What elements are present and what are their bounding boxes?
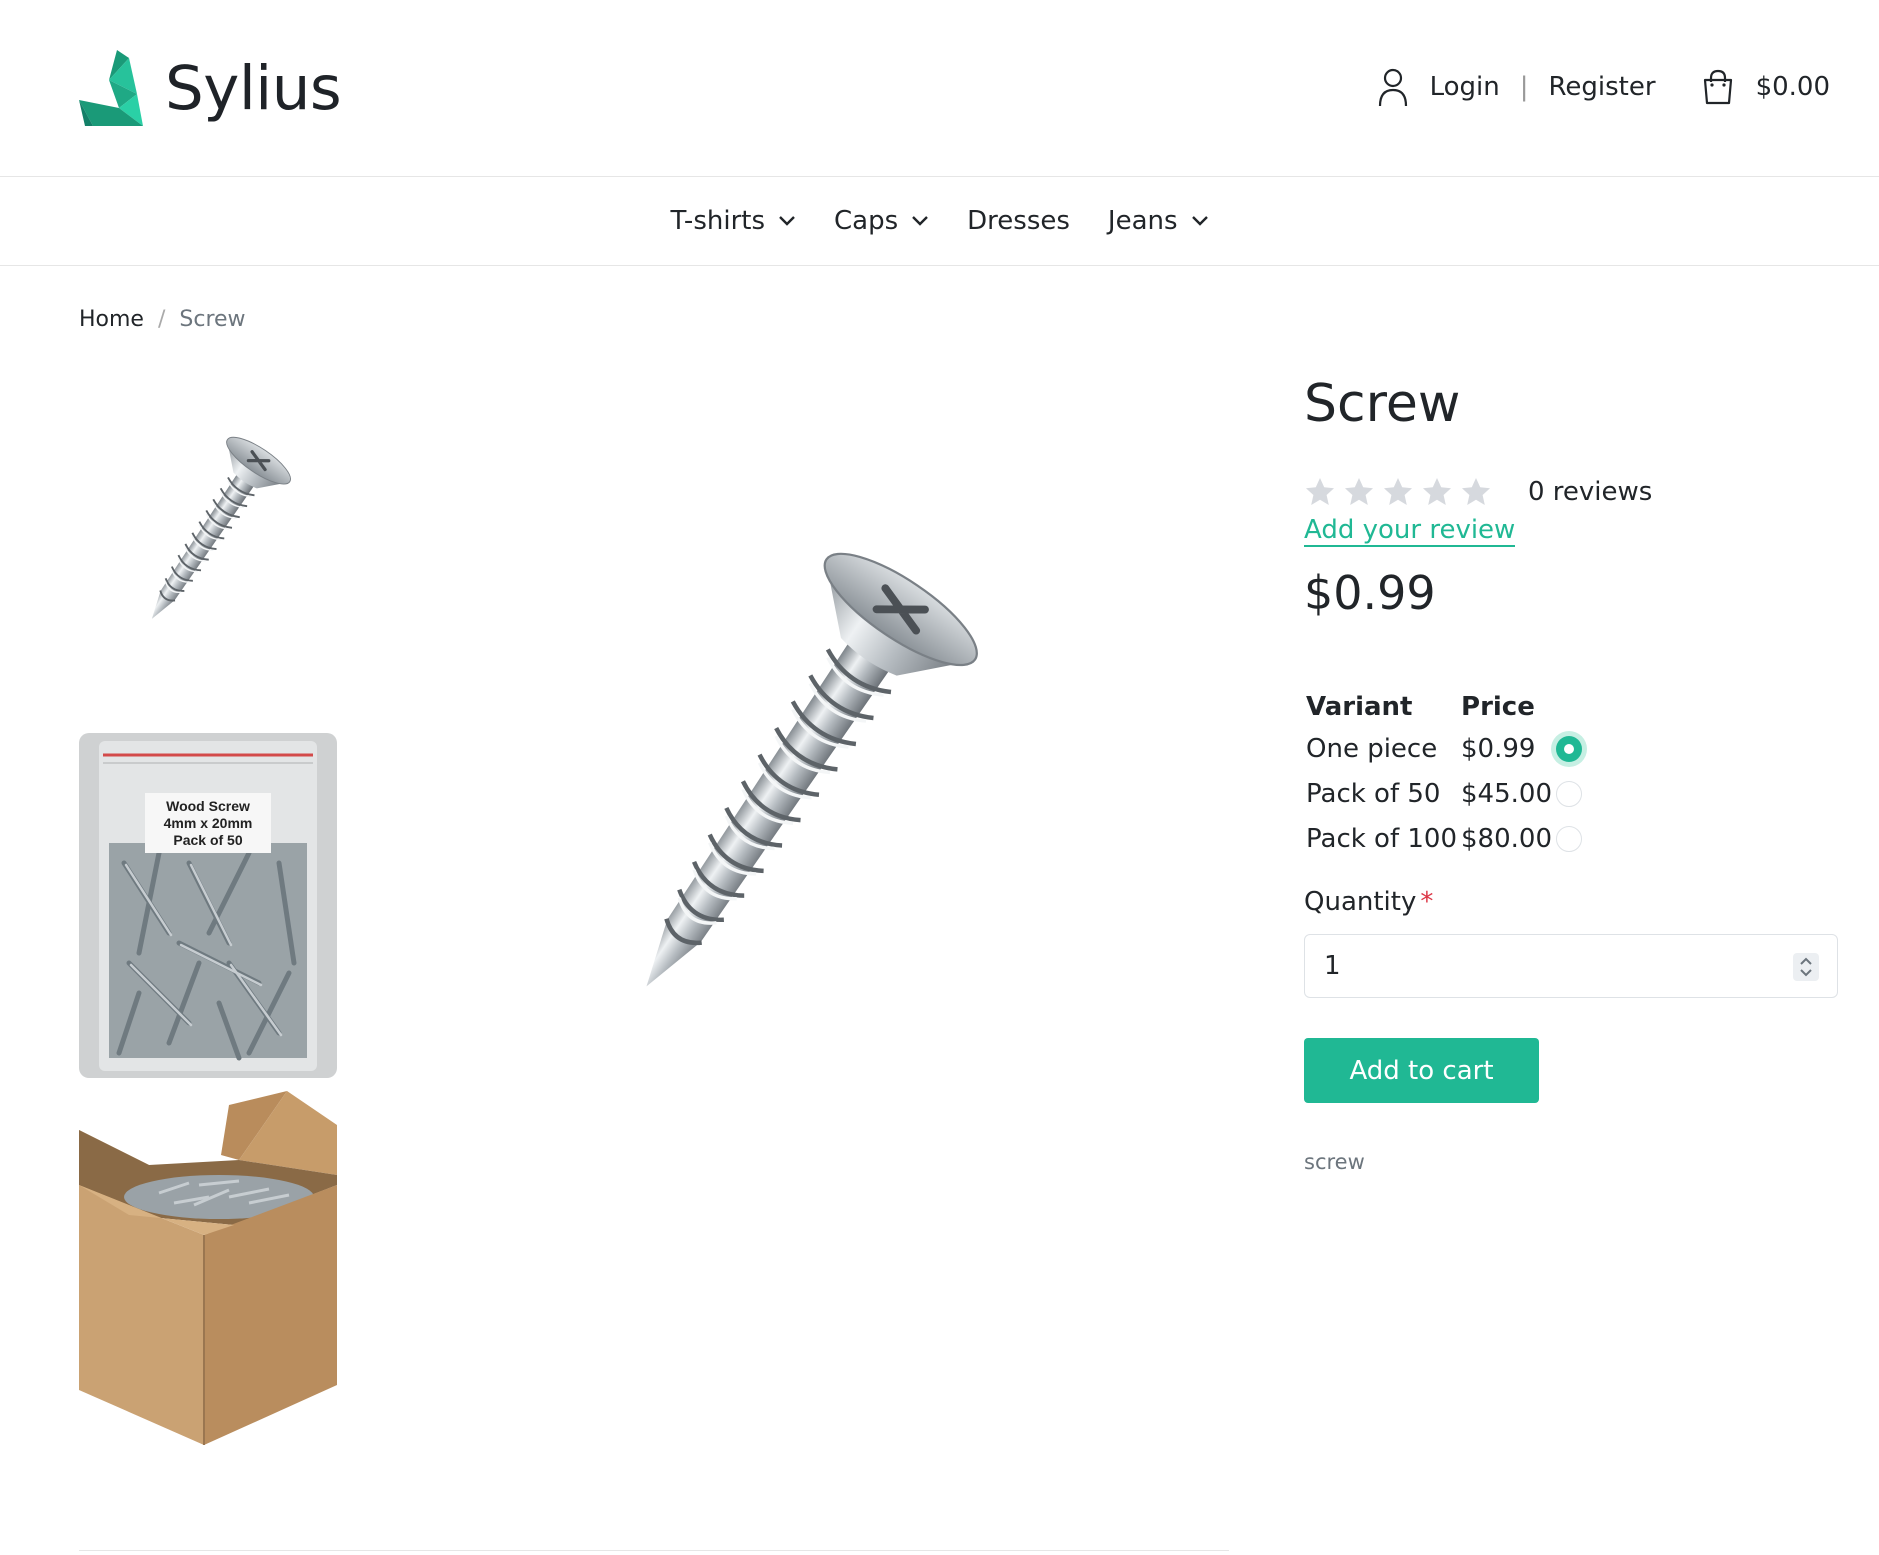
- nav-item-jeans[interactable]: Jeans: [1108, 206, 1209, 236]
- rating-stars: [1304, 476, 1499, 508]
- variant-column-header: Variant: [1306, 692, 1413, 722]
- nav-item-label: Caps: [834, 206, 899, 236]
- cart-total: $0.00: [1755, 72, 1830, 102]
- cart-button[interactable]: $0.00: [1702, 68, 1830, 106]
- header-actions: Login | Register $0.00: [1378, 68, 1830, 106]
- reviews-count: 0 reviews: [1528, 477, 1653, 507]
- star-icon: [1306, 478, 1334, 505]
- breadcrumb-separator: /: [157, 307, 166, 332]
- quantity-input[interactable]: 1: [1304, 934, 1838, 998]
- required-mark: *: [1420, 887, 1434, 917]
- quantity-label-text: Quantity: [1304, 887, 1417, 917]
- screw-image: [119, 427, 299, 642]
- swan-logo-icon: [79, 50, 143, 126]
- gallery-thumbnail-single-screw[interactable]: [79, 385, 337, 730]
- star-icon: [1462, 478, 1490, 505]
- breadcrumb: Home / Screw: [79, 307, 246, 332]
- variant-name: Pack of 50: [1306, 778, 1441, 809]
- variant-row[interactable]: Pack of 50 $45.00: [1304, 771, 1584, 816]
- package-label: Wood Screw 4mm x 20mm Pack of 50: [145, 793, 271, 853]
- quantity-value: 1: [1324, 951, 1341, 981]
- variant-price: $45.00: [1461, 778, 1552, 809]
- variant-row[interactable]: One piece $0.99: [1304, 726, 1584, 771]
- gallery-thumbnail-pack-of-50[interactable]: Wood Screw 4mm x 20mm Pack of 50: [79, 733, 337, 1078]
- chevron-down-icon: [1191, 216, 1208, 226]
- shopping-bag-icon: [1703, 69, 1732, 105]
- login-link[interactable]: Login: [1430, 72, 1500, 102]
- price-column-header: Price: [1461, 692, 1535, 722]
- user-icon[interactable]: [1378, 68, 1408, 106]
- add-review-link[interactable]: Add your review: [1304, 515, 1516, 547]
- variant-radio-pack-of-100[interactable]: [1556, 826, 1582, 852]
- screw-bag-image: [79, 733, 337, 1078]
- screw-image: [505, 385, 1100, 1170]
- screw-box-image: [79, 1091, 337, 1445]
- quantity-label: Quantity *: [1304, 887, 1433, 917]
- star-icon: [1345, 478, 1373, 505]
- nav-item-dresses[interactable]: Dresses: [967, 206, 1070, 236]
- variant-name: One piece: [1306, 733, 1438, 764]
- variant-radio-one-piece[interactable]: [1556, 736, 1582, 762]
- variant-radio-pack-of-50[interactable]: [1556, 781, 1582, 807]
- site-header: Sylius Login | Register $0.00: [0, 0, 1879, 177]
- main-product-image[interactable]: [505, 385, 1100, 1170]
- variant-name: Pack of 100: [1306, 823, 1458, 854]
- variant-table: Variant Price One piece $0.99 Pack of 50…: [1304, 688, 1584, 861]
- chevron-down-icon: [779, 216, 795, 226]
- variant-row[interactable]: Pack of 100 $80.00: [1304, 816, 1584, 861]
- nav-item-label: Jeans: [1107, 206, 1178, 236]
- product-title: Screw: [1304, 374, 1461, 434]
- content-divider: [79, 1550, 1229, 1551]
- star-icon: [1384, 478, 1412, 505]
- brand-name: Sylius: [165, 52, 342, 124]
- quantity-stepper-icon[interactable]: [1793, 953, 1819, 981]
- auth-divider: |: [1519, 72, 1529, 102]
- breadcrumb-current: Screw: [179, 307, 246, 332]
- package-label-line: Wood Screw: [166, 797, 250, 814]
- breadcrumb-home-link[interactable]: Home: [79, 307, 144, 332]
- product-price: $0.99: [1304, 566, 1436, 620]
- nav-item-label: T-shirts: [670, 206, 765, 236]
- variant-price: $0.99: [1461, 733, 1536, 764]
- chevron-down-icon: [912, 216, 928, 226]
- add-to-cart-button[interactable]: Add to cart: [1304, 1038, 1539, 1103]
- product-tag: screw: [1304, 1150, 1365, 1174]
- variant-price: $80.00: [1461, 823, 1552, 854]
- main-navigation: T-shirts Caps Dresses Jeans: [0, 177, 1879, 266]
- gallery-thumbnail-box-of-screws[interactable]: [79, 1085, 337, 1445]
- register-link[interactable]: Register: [1549, 72, 1656, 102]
- brand-logo[interactable]: Sylius: [79, 50, 342, 126]
- package-label-line: Pack of 50: [173, 831, 243, 848]
- star-icon: [1423, 478, 1451, 505]
- nav-item-caps[interactable]: Caps: [834, 206, 929, 236]
- nav-item-label: Dresses: [967, 206, 1070, 236]
- nav-item-tshirts[interactable]: T-shirts: [670, 206, 796, 236]
- package-label-line: 4mm x 20mm: [163, 814, 253, 831]
